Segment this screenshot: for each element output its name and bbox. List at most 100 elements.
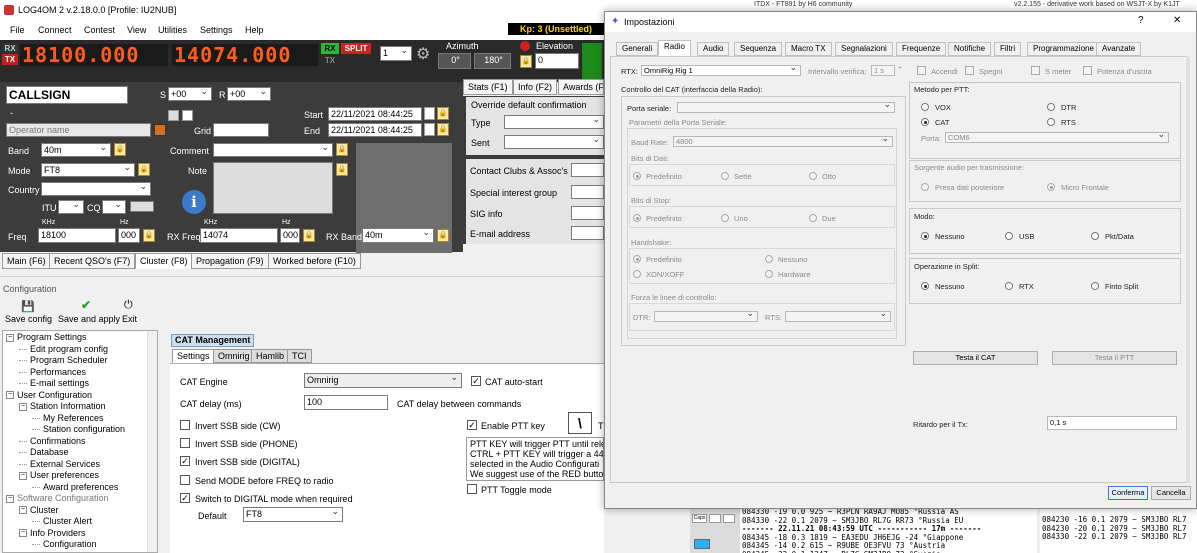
dialog-right-scrollbar[interactable] [1186,56,1190,483]
cat-option-checkbox[interactable] [180,420,190,430]
comment-lock-icon[interactable]: 🔒 [336,143,348,156]
dialog-tab[interactable]: Radio [658,40,691,56]
tree-item[interactable]: − Software Configuration [6,493,109,503]
enable-ptt-checkbox[interactable]: ✓ [467,420,477,430]
band-lock-icon[interactable]: 🔒 [114,143,126,156]
tree-item[interactable]: Confirmations [19,436,86,446]
cat-option-checkbox[interactable]: ✓ [180,492,190,503]
baud-select[interactable]: 4800 [673,136,893,147]
poll-input[interactable]: 1 s [871,65,895,76]
clubs-input[interactable] [571,163,604,177]
cq-select[interactable] [102,200,126,214]
databits-eight-radio[interactable] [809,172,817,180]
freq-hz-input[interactable]: 000 [118,228,140,243]
r-report-select[interactable]: +00 [227,87,271,101]
save-icon[interactable]: 💾 [21,300,35,313]
key-a[interactable] [709,514,721,523]
tree-item[interactable]: − User preferences [19,470,99,480]
rxfreq-hz-input[interactable]: 000 [280,228,300,243]
cat-option-checkbox[interactable]: ✓ [180,456,190,467]
small-box-1[interactable] [168,110,179,121]
default-mode-select[interactable]: FT8 [243,507,343,522]
ok-button[interactable]: Conferma [1108,486,1148,500]
dialog-tab[interactable]: Notifiche [948,42,992,56]
tree-collapse-icon[interactable]: − [6,391,14,400]
tree-item[interactable]: Database [19,447,69,457]
ptt-cat-radio[interactable] [921,118,929,126]
rts-select[interactable] [785,311,891,322]
tree-item[interactable]: Award preferences [32,482,118,492]
dialog-help-button[interactable]: ? [1138,15,1144,26]
ptt-port-select[interactable]: COM6 [945,132,1169,143]
country-select[interactable] [41,182,151,196]
tab-info[interactable]: Info (F2) [513,79,558,95]
stopbits-two-radio[interactable] [809,214,817,222]
tree-item[interactable]: External Services [19,459,100,469]
tree-item[interactable]: − Program Settings [6,332,87,342]
tree-collapse-icon[interactable]: − [6,333,14,342]
freq-khz-input[interactable]: 18100 [38,228,116,243]
elevation-lock-icon[interactable]: 🔒 [520,55,532,68]
ptt-key-box[interactable]: \ [568,412,592,434]
tab-awards[interactable]: Awards (F [558,79,604,95]
tree-item[interactable]: Configuration [32,539,97,549]
tree-collapse-icon[interactable]: − [19,506,27,515]
cluster-right-decode-line[interactable]: 084330 -22 0.1 2079 ~ SM3JBO RL7 [1042,532,1187,541]
key-s[interactable] [723,514,735,523]
dialog-tab[interactable]: Frequenze [896,42,947,56]
dialog-tab[interactable]: Generali [616,42,659,56]
cat-tab-omnirig[interactable]: Omnirig [213,349,255,363]
menu-contest[interactable]: Contest [84,25,115,35]
tree-scrollbar[interactable] [147,331,157,552]
tree-item[interactable]: − Station Information [19,401,106,411]
dtr-select[interactable] [654,311,758,322]
dialog-tab[interactable]: Avanzate [1096,42,1142,56]
tree-item[interactable]: Station configuration [32,424,125,434]
tree-collapse-icon[interactable]: − [19,471,27,480]
ptt-rts-radio[interactable] [1047,118,1055,126]
sig-input[interactable] [571,185,604,199]
start-time-input[interactable]: 22/11/2021 08:44:25 [328,107,422,121]
tree-item[interactable]: − User Configuration [6,390,92,400]
end-box[interactable] [424,123,435,136]
tree-collapse-icon[interactable]: − [6,494,14,503]
check-potenza[interactable] [1083,66,1092,75]
mode-select[interactable]: FT8 [41,163,135,177]
freq-lock-icon[interactable]: 🔒 [143,229,155,242]
check-icon[interactable]: ✔ [81,298,91,312]
tab-stats[interactable]: Stats (F1) [463,79,513,95]
test-ptt-button[interactable]: Testa il PTT [1052,351,1177,365]
cat-delay-input[interactable]: 100 [304,395,388,410]
vfo-select[interactable]: 1 [380,46,412,61]
end-time-input[interactable]: 22/11/2021 08:44:25 [328,123,422,137]
check-accendi[interactable] [917,66,926,75]
tree-collapse-icon[interactable]: − [19,402,27,411]
start-box[interactable] [424,107,435,120]
tree-item[interactable]: Cluster Alert [32,516,92,526]
s-report-select[interactable]: +00 [168,87,212,101]
handshake-default-radio[interactable] [633,255,641,263]
test-cat-button[interactable]: Testa il CAT [913,351,1038,365]
tab-propagation[interactable]: Propagation (F9) [191,253,269,269]
save-config-button[interactable]: Save config [5,314,52,324]
mode-lock-icon[interactable]: 🔒 [138,163,150,176]
note-lock-icon[interactable]: 🔒 [336,163,348,176]
type-select[interactable] [504,115,604,129]
cat-option-checkbox[interactable] [180,438,190,449]
stopbits-one-radio[interactable] [721,214,729,222]
start-lock-icon[interactable]: 🔒 [437,107,449,120]
split-none-radio[interactable] [921,282,929,290]
databits-seven-radio[interactable] [721,172,729,180]
audio-front-radio[interactable] [1047,183,1055,191]
exit-button[interactable]: Exit [122,314,137,324]
ptt-toggle-checkbox[interactable] [467,484,477,494]
tab-recent-qsos[interactable]: Recent QSO's (F7) [49,253,136,269]
menu-file[interactable]: File [10,25,25,35]
menu-help[interactable]: Help [245,25,264,35]
comment-input[interactable] [213,143,333,157]
rx-button[interactable]: RX [321,43,339,54]
menu-utilities[interactable]: Utilities [158,25,187,35]
tx-delay-input[interactable]: 0,1 s [1047,416,1177,430]
dialog-close-button[interactable]: ✕ [1173,15,1181,26]
tree-item[interactable]: My References [32,413,104,423]
